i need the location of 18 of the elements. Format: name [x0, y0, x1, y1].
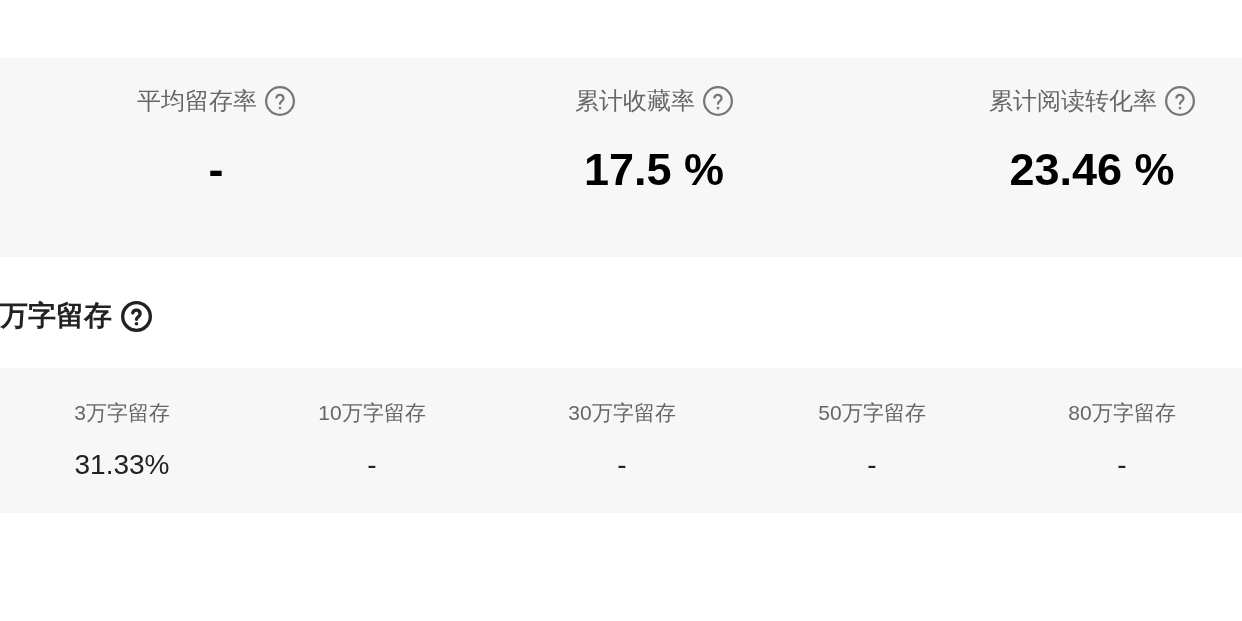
retention-value: -	[367, 448, 377, 482]
metric-value: 23.46 %	[1009, 145, 1175, 195]
retention-label: 30万字留存	[568, 400, 676, 426]
metric-label: 累计阅读转化率	[989, 86, 1157, 116]
metric-label: 平均留存率	[137, 86, 257, 116]
retention-label: 3万字留存	[74, 400, 170, 426]
retention-label: 80万字留存	[1068, 400, 1176, 426]
metric-label: 累计收藏率	[575, 86, 695, 116]
section-title: 万字留存	[0, 299, 112, 333]
retention-label: 50万字留存	[818, 400, 926, 426]
retention-value: -	[1117, 448, 1127, 482]
retention-value: 31.33%	[74, 448, 170, 482]
retention-value: -	[867, 448, 877, 482]
retention-value: -	[617, 448, 627, 482]
metric-value: 17.5 %	[583, 145, 725, 195]
help-icon[interactable]	[121, 300, 152, 332]
retention-label: 10万字留存	[318, 400, 426, 426]
metric-value: -	[208, 145, 224, 195]
